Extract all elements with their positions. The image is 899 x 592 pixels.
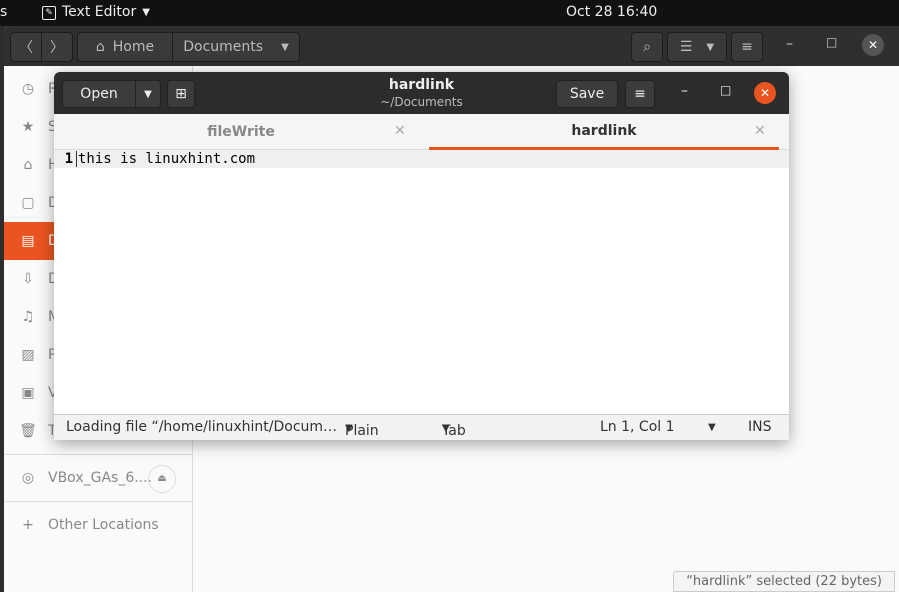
divider <box>4 454 193 455</box>
chevron-down-icon: ▼ <box>706 41 715 53</box>
forward-button[interactable]: 〉 <box>41 32 73 62</box>
divider <box>4 501 193 502</box>
chevron-down-icon: ▼ <box>442 423 450 434</box>
activities-button[interactable]: s <box>0 4 7 20</box>
close-button[interactable]: ✕ <box>754 82 776 104</box>
desktop-icon: ▢ <box>21 195 35 211</box>
path-documents-button[interactable]: Documents ▼ <box>172 32 300 62</box>
current-line: 1 this is linuxhint.com <box>54 150 789 168</box>
tab-filewrite[interactable]: fileWrite <box>66 114 416 150</box>
editor-headerbar: Open ▼ ⊞ hardlink ~/Documents Save ≡ – □… <box>54 72 789 114</box>
star-icon: ★ <box>21 119 35 135</box>
home-icon: ⌂ <box>23 157 33 173</box>
eject-button[interactable]: ⏏ <box>148 465 176 493</box>
insert-mode[interactable]: INS <box>748 419 772 435</box>
chevron-down-icon[interactable]: ▼ <box>708 422 716 433</box>
status-message: Loading file “/home/linuxhint/Docum… <box>66 419 338 435</box>
text-area[interactable]: 1 this is linuxhint.com <box>54 150 789 414</box>
disc-icon: ◎ <box>21 470 35 486</box>
maximize-button[interactable]: □ <box>826 35 837 49</box>
download-icon: ⇩ <box>22 271 34 287</box>
close-tab-icon[interactable]: ✕ <box>754 123 766 139</box>
pictures-icon: ▨ <box>21 347 35 363</box>
minimize-button[interactable]: – <box>681 83 688 99</box>
clock-icon: ◷ <box>21 81 35 97</box>
text-editor-window: Open ▼ ⊞ hardlink ~/Documents Save ≡ – □… <box>54 72 789 440</box>
sidebar-item-other-locations[interactable]: + Other Locations <box>4 506 193 544</box>
plus-icon: + <box>22 517 34 533</box>
hamburger-icon: ≡ <box>741 39 753 55</box>
music-icon: ♫ <box>21 309 35 325</box>
app-menu[interactable]: ✎ Text Editor ▼ <box>42 4 150 20</box>
clock[interactable]: Oct 28 16:40 <box>566 4 657 20</box>
tab-hardlink[interactable]: hardlink <box>429 114 779 150</box>
chevron-down-icon: ▼ <box>142 7 150 18</box>
path-home-button[interactable]: ⌂ Home <box>77 32 173 62</box>
cursor-position[interactable]: Ln 1, Col 1 <box>600 419 675 435</box>
sidebar-item-device[interactable]: ◎ VBox_GAs_6.... ⏏ <box>4 459 193 497</box>
minimize-button[interactable]: – <box>786 36 793 52</box>
chevron-left-icon: 〈 <box>19 40 33 56</box>
status-bar: Loading file “/home/linuxhint/Docum… Pla… <box>54 414 789 440</box>
documents-icon: ▤ <box>21 233 35 249</box>
hamburger-icon: ≡ <box>634 86 646 102</box>
maximize-button[interactable]: □ <box>720 83 731 97</box>
chevron-down-icon: ▼ <box>345 423 353 434</box>
list-view-icon: ☰ <box>679 39 693 55</box>
line-text: this is linuxhint.com <box>76 151 256 167</box>
text-editor-icon: ✎ <box>42 6 56 20</box>
window-title: hardlink <box>388 77 455 93</box>
tab-bar: fileWrite ✕ hardlink ✕ <box>54 114 789 150</box>
search-icon: ⌕ <box>643 39 651 55</box>
menu-button[interactable]: ≡ <box>731 32 763 62</box>
save-button[interactable]: Save <box>556 80 618 108</box>
menu-button[interactable]: ≡ <box>625 80 655 108</box>
line-number: 1 <box>64 151 73 167</box>
videos-icon: ▣ <box>21 385 35 401</box>
chevron-right-icon: 〉 <box>50 40 64 56</box>
trash-icon: 🗑 <box>19 423 37 439</box>
files-headerbar: 〈 〉 ⌂ Home Documents ▼ ⌕ ☰ ▼ ≡ – □ ✕ <box>4 26 899 66</box>
top-bar: s ✎ Text Editor ▼ Oct 28 16:40 <box>0 0 899 26</box>
home-icon: ⌂ <box>95 39 105 55</box>
search-button[interactable]: ⌕ <box>631 32 663 62</box>
close-tab-icon[interactable]: ✕ <box>394 123 406 139</box>
window-subtitle: ~/Documents <box>380 95 463 109</box>
close-button[interactable]: ✕ <box>862 34 884 56</box>
view-options-button[interactable]: ☰ ▼ <box>667 32 727 62</box>
chevron-down-icon: ▼ <box>281 41 289 53</box>
back-button[interactable]: 〈 <box>10 32 42 62</box>
selection-status: “hardlink” selected (22 bytes) <box>673 571 895 592</box>
